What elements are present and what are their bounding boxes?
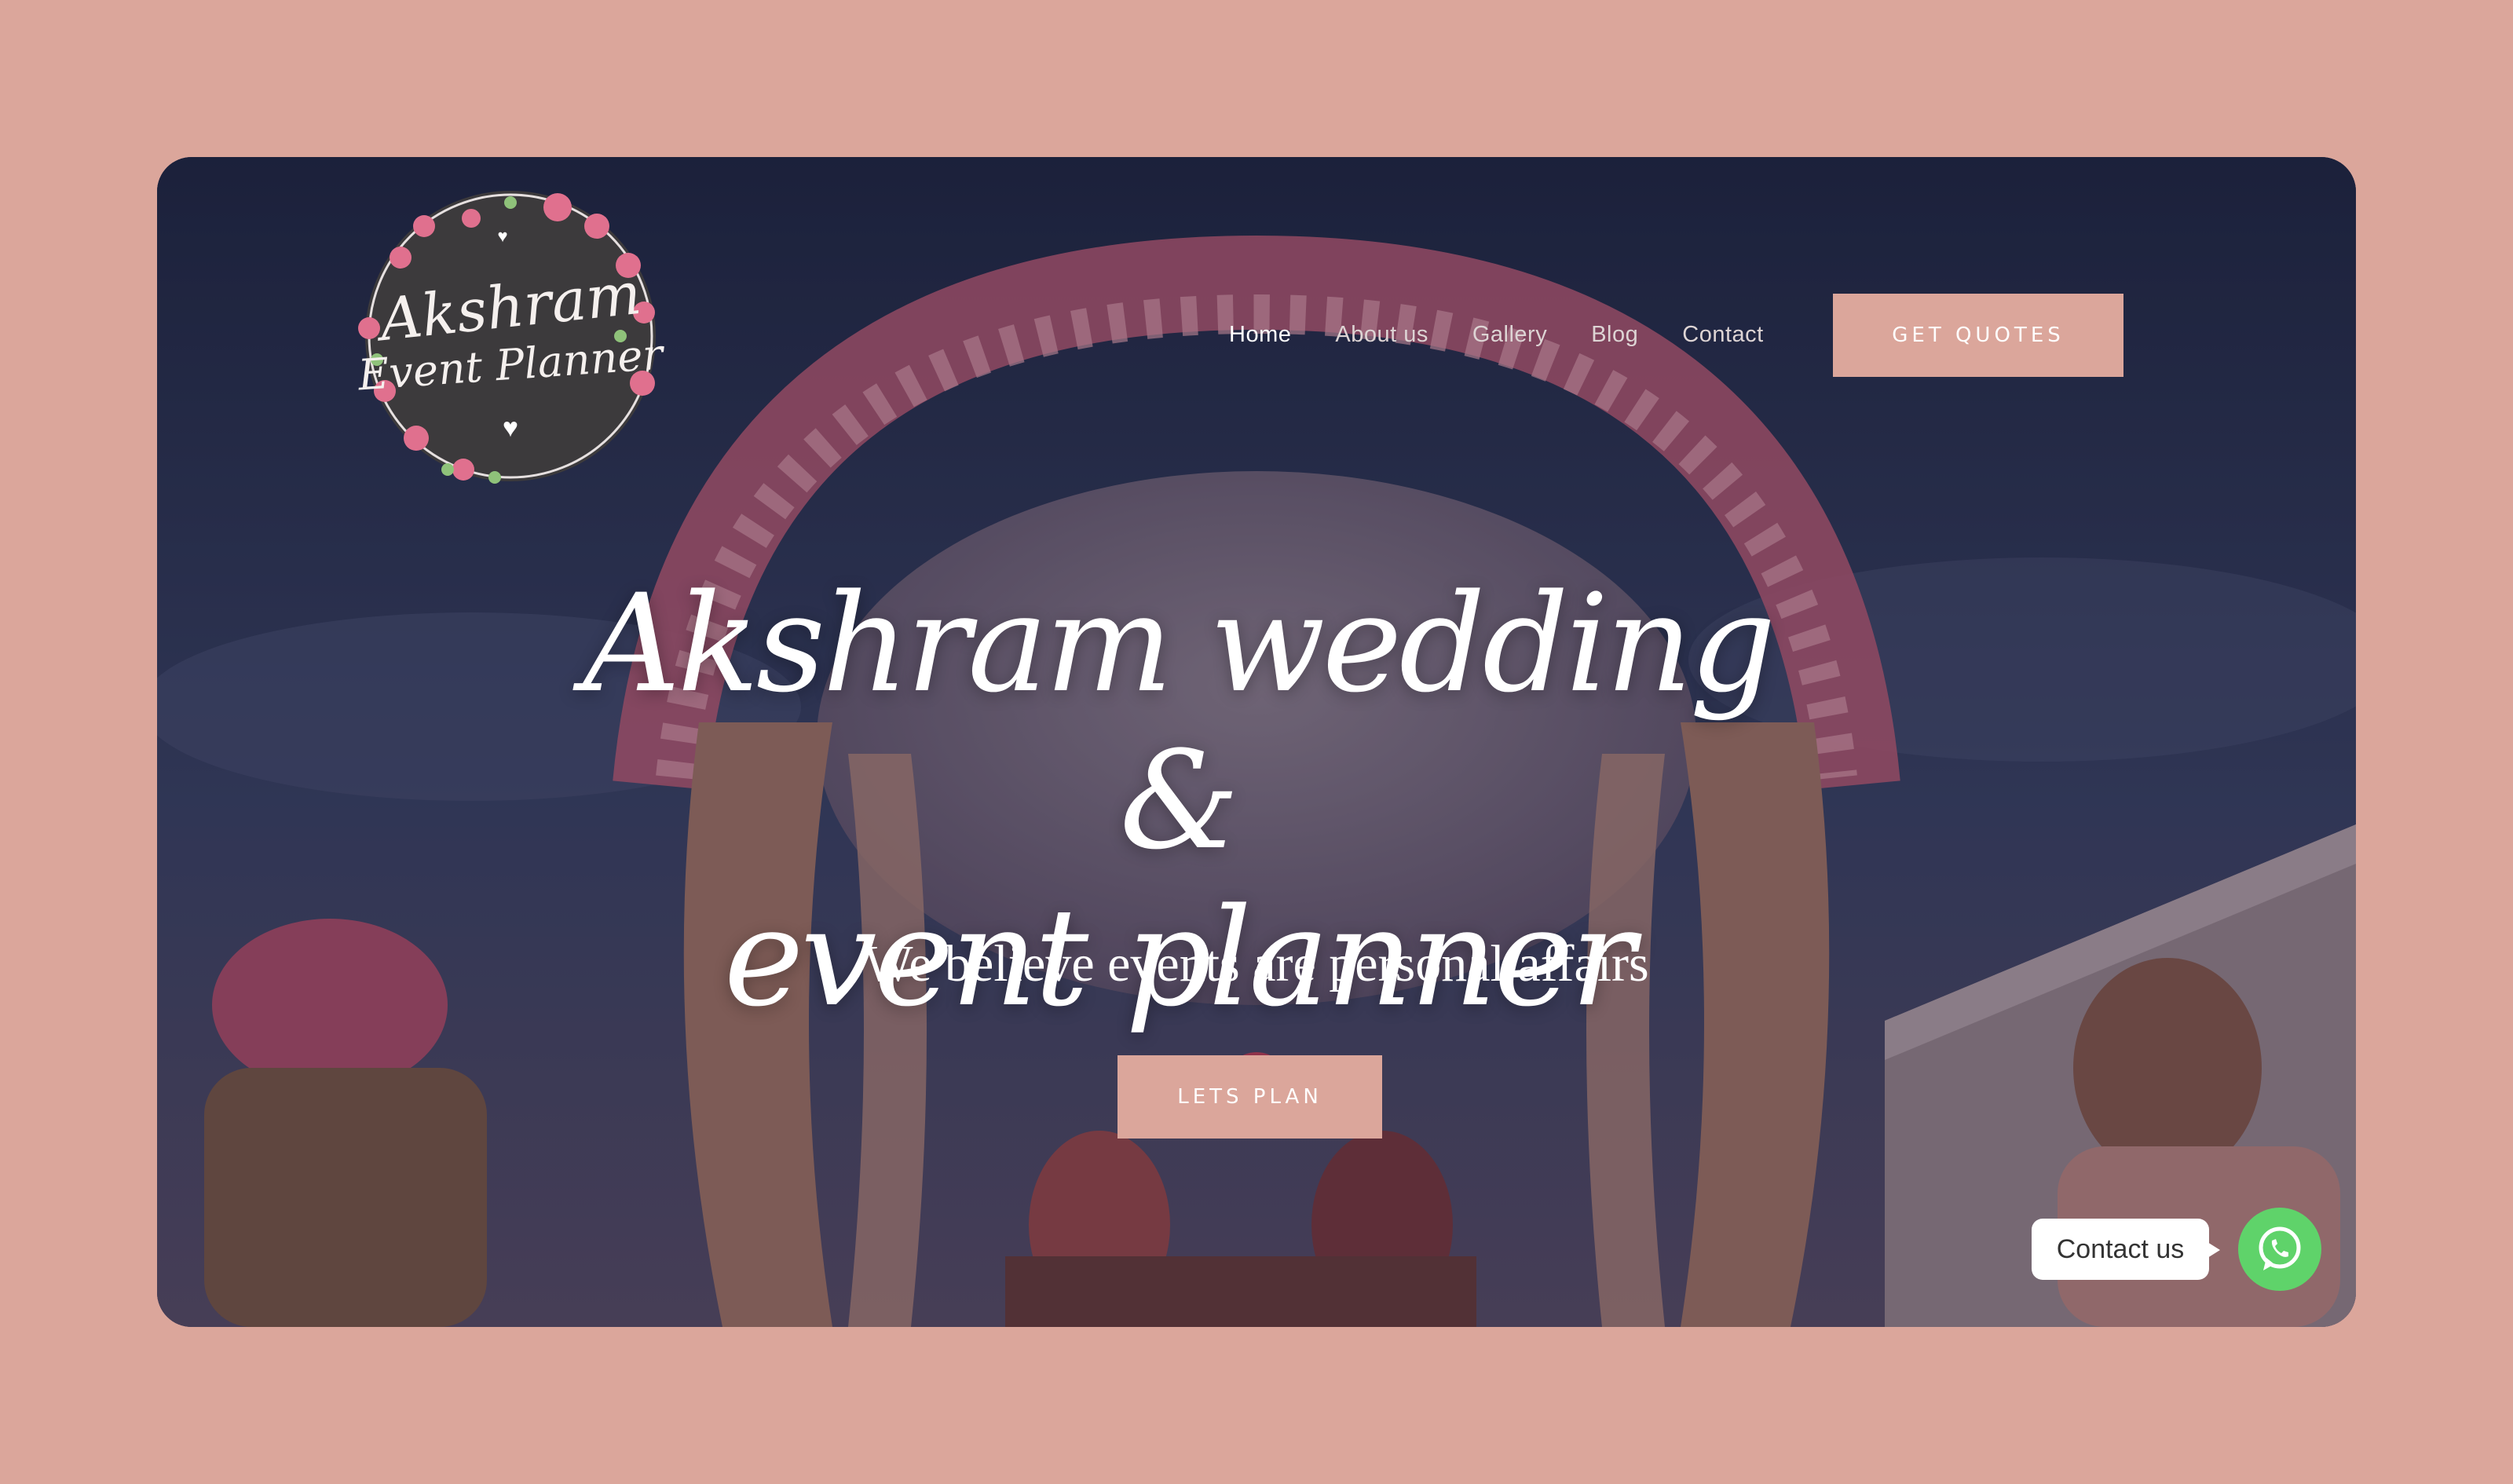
get-quotes-button[interactable]: GET QUOTES [1833, 294, 2123, 377]
svg-text:♥: ♥ [503, 413, 518, 443]
lets-plan-button[interactable]: LETS PLAN [1117, 1055, 1382, 1139]
nav-item-home[interactable]: Home [1229, 322, 1291, 348]
svg-text:♥: ♥ [497, 226, 507, 246]
nav-item-contact[interactable]: Contact [1682, 322, 1763, 348]
whatsapp-icon [2259, 1226, 2301, 1270]
hero-card: ♥ ♥ Akshram Event Planner Home About us … [157, 157, 2356, 1327]
main-nav: Home About us Gallery Blog Contact [1229, 322, 1764, 348]
nav-item-gallery[interactable]: Gallery [1472, 322, 1547, 348]
hero-tagline: We believe events are personal affairs [864, 935, 1649, 992]
nav-item-blog[interactable]: Blog [1591, 322, 1638, 348]
whatsapp-button[interactable] [2238, 1208, 2321, 1291]
whatsapp-contact-label[interactable]: Contact us [2032, 1219, 2220, 1280]
hero-headline-line1: Akshram wedding & [583, 565, 1776, 879]
brand-logo[interactable]: ♥ ♥ Akshram Event Planner [353, 179, 668, 493]
nav-item-about-us[interactable]: About us [1335, 322, 1428, 348]
